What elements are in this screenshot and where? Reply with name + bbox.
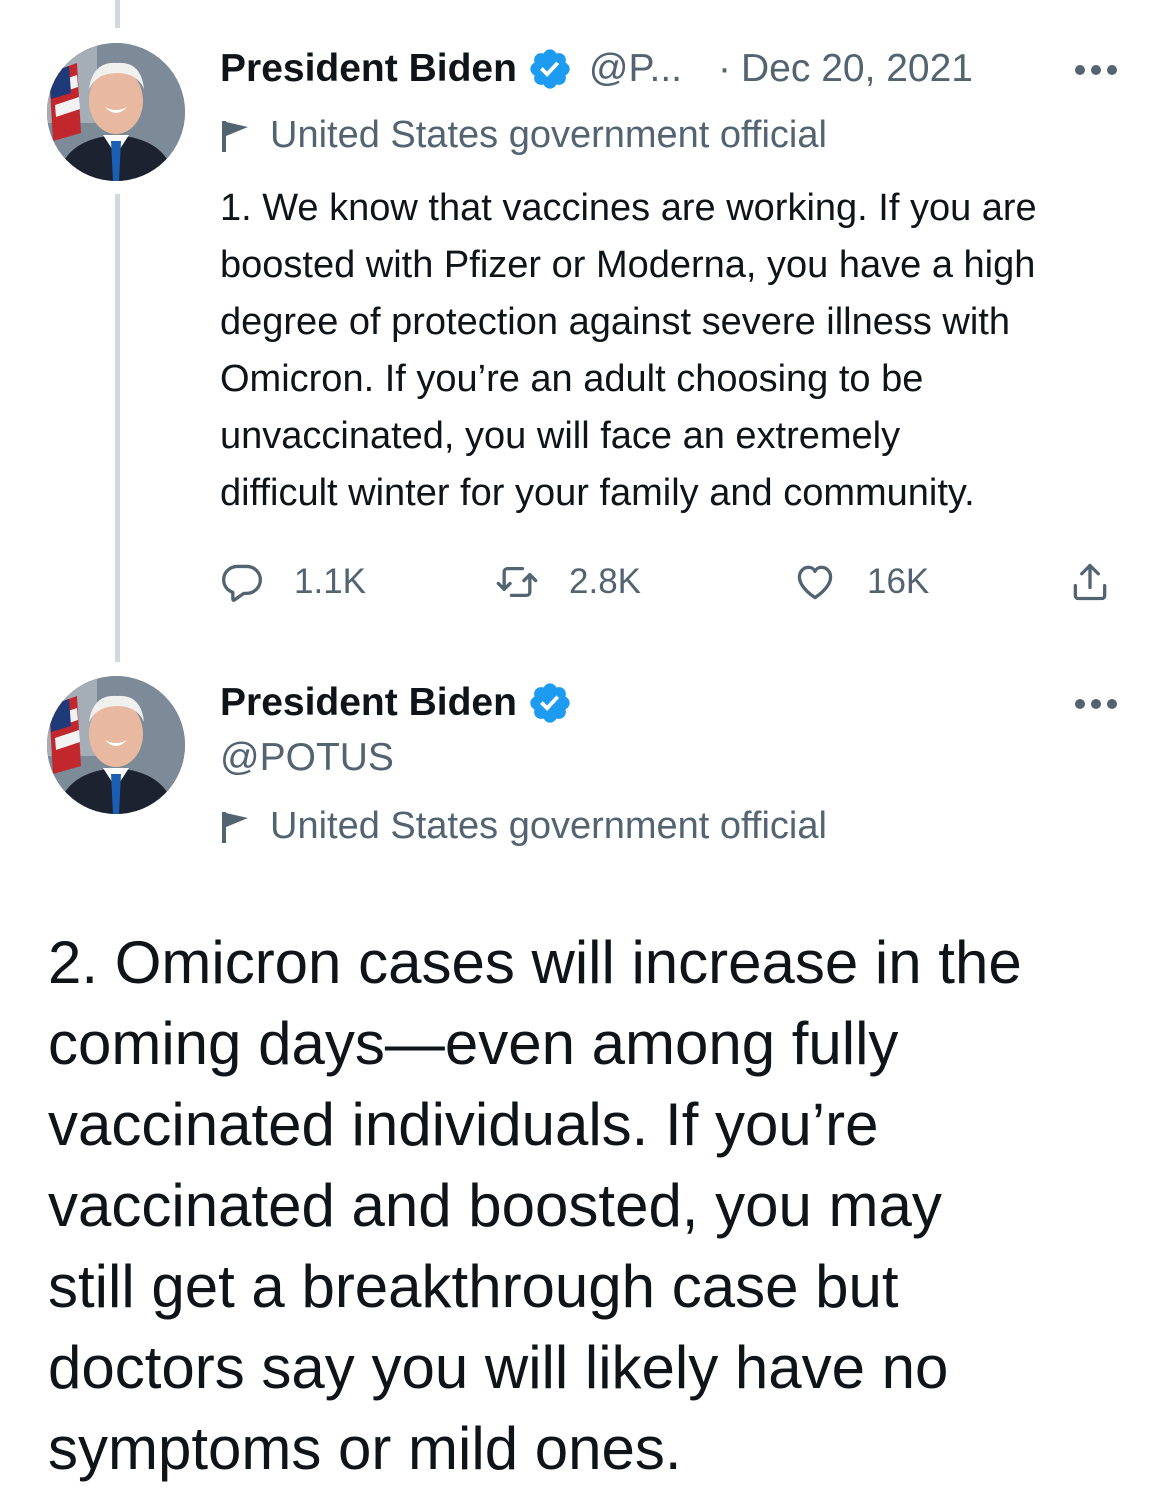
tweet-actions: 1.1K 2.8K 16K	[220, 560, 1120, 610]
tweet-header: President Biden @P... · Dec 20, 2021	[220, 45, 973, 93]
share-button[interactable]	[1068, 560, 1142, 604]
tweet-header: President Biden	[220, 679, 573, 727]
retweet-count: 2.8K	[569, 562, 641, 601]
handle[interactable]: @POTUS	[220, 736, 394, 780]
reply-button[interactable]: 1.1K	[220, 560, 366, 604]
verified-badge-icon	[527, 46, 573, 92]
flag-icon	[220, 119, 250, 153]
like-button[interactable]: 16K	[793, 560, 929, 604]
president-portrait-avatar-icon	[47, 676, 185, 814]
tweet-date[interactable]: Dec 20, 2021	[741, 45, 973, 93]
president-portrait-avatar-icon	[47, 43, 185, 181]
thread-connector	[115, 194, 120, 662]
verified-badge-icon	[527, 680, 573, 726]
flag-icon	[220, 810, 250, 844]
tweet-text: 2. Omicron cases will increase in the co…	[48, 929, 1022, 1482]
thread-connector-top	[115, 0, 120, 28]
government-label: United States government official	[220, 805, 827, 848]
heart-icon	[797, 565, 833, 600]
government-label-text: United States government official	[270, 114, 827, 156]
retweet-icon	[496, 566, 538, 598]
government-label-text: United States government official	[270, 805, 827, 847]
more-options-icon[interactable]	[1074, 697, 1118, 711]
display-name[interactable]: President Biden	[220, 45, 517, 93]
reply-icon	[222, 564, 262, 602]
more-options-icon[interactable]	[1074, 63, 1118, 77]
government-label: United States government official	[220, 114, 827, 157]
tweet-text: 1. We know that vaccines are working. If…	[220, 187, 1037, 514]
date-separator: ·	[718, 47, 731, 90]
reply-count: 1.1K	[294, 562, 366, 601]
avatar[interactable]	[47, 43, 185, 181]
handle[interactable]: @P...	[589, 45, 682, 93]
avatar[interactable]	[47, 676, 185, 814]
like-count: 16K	[867, 562, 930, 601]
retweet-button[interactable]: 2.8K	[495, 560, 641, 604]
share-icon	[1073, 563, 1107, 601]
display-name[interactable]: President Biden	[220, 679, 517, 727]
